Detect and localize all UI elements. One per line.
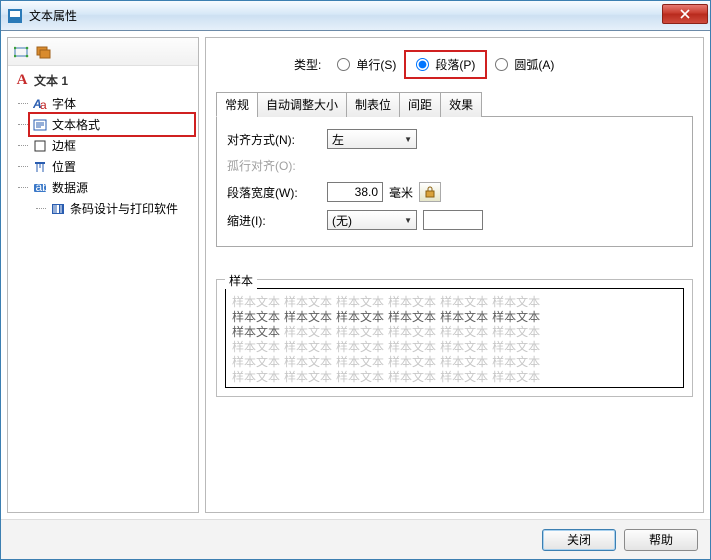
row-indent: 缩进(I): (无) ▼	[227, 210, 682, 230]
svg-text:a: a	[40, 98, 47, 111]
text-a-icon: A	[14, 72, 30, 89]
align-label: 对齐方式(N):	[227, 131, 327, 148]
datasource-icon: ab	[32, 180, 48, 196]
tree-item-datasource-child[interactable]: 条码设计与打印软件	[48, 198, 194, 219]
tab-effects[interactable]: 效果	[440, 92, 482, 117]
width-unit: 毫米	[389, 184, 413, 201]
footer: 关闭 帮助	[1, 519, 710, 559]
indent-input[interactable]	[423, 210, 483, 230]
app-icon	[7, 8, 23, 24]
tree-root[interactable]: A 文本 1	[12, 72, 194, 89]
text-format-icon	[32, 117, 48, 133]
right-panel: 类型: 单行(S) 段落(P) 圆弧(A) 常规 自动调整大小 制表位	[205, 37, 704, 513]
radio-single-line[interactable]: 单行(S)	[337, 56, 396, 73]
lock-button[interactable]	[419, 182, 441, 202]
tab-autosize[interactable]: 自动调整大小	[257, 92, 347, 117]
content-area: A 文本 1 Aa 字体 文本格式 边框	[1, 31, 710, 519]
indent-label: 缩进(I):	[227, 212, 327, 229]
tree-item-position[interactable]: 位置	[30, 156, 194, 177]
left-panel: A 文本 1 Aa 字体 文本格式 边框	[7, 37, 199, 513]
tab-bar: 常规 自动调整大小 制表位 间距 效果	[216, 91, 693, 117]
radio-arc[interactable]: 圆弧(A)	[495, 56, 554, 73]
lock-icon	[423, 185, 437, 199]
toolbar-btn-2[interactable]	[34, 42, 54, 62]
toolbar-btn-1[interactable]	[12, 42, 32, 62]
row-align: 对齐方式(N): 左 ▼	[227, 129, 682, 149]
radio-paragraph-input[interactable]	[416, 58, 429, 71]
border-icon	[32, 138, 48, 154]
chevron-down-icon: ▼	[404, 216, 412, 225]
font-icon: Aa	[32, 96, 48, 112]
sample-box: 样本文本样本文本样本文本样本文本样本文本样本文本 样本文本样本文本样本文本样本文…	[225, 288, 684, 388]
svg-text:ab: ab	[36, 181, 48, 194]
orphan-label: 孤行对齐(O):	[227, 157, 327, 174]
help-button[interactable]: 帮助	[624, 529, 698, 551]
close-button[interactable]	[662, 4, 708, 24]
row-width: 段落宽度(W): 毫米	[227, 182, 682, 202]
barcode-icon	[50, 201, 66, 217]
window-title: 文本属性	[29, 7, 662, 24]
row-orphan: 孤行对齐(O):	[227, 157, 682, 174]
tree-item-datasource[interactable]: ab 数据源	[30, 177, 194, 198]
width-label: 段落宽度(W):	[227, 184, 327, 201]
width-input[interactable]	[327, 182, 383, 202]
chevron-down-icon: ▼	[404, 135, 412, 144]
indent-combo[interactable]: (无) ▼	[327, 210, 417, 230]
tree-view: A 文本 1 Aa 字体 文本格式 边框	[8, 66, 198, 512]
sample-group: 样本 样本文本样本文本样本文本样本文本样本文本样本文本 样本文本样本文本样本文本…	[216, 279, 693, 397]
tab-general[interactable]: 常规	[216, 92, 258, 117]
type-label: 类型:	[294, 56, 321, 73]
tree-item-font[interactable]: Aa 字体	[30, 93, 194, 114]
align-combo[interactable]: 左 ▼	[327, 129, 417, 149]
dialog-window: 文本属性 A 文本 1 Aa	[0, 0, 711, 560]
tree-item-border[interactable]: 边框	[30, 135, 194, 156]
tab-body: 对齐方式(N): 左 ▼ 孤行对齐(O): 段落宽度(W): 毫米	[216, 117, 693, 247]
tree-item-text-format[interactable]: 文本格式	[30, 114, 194, 135]
sample-legend: 样本	[225, 272, 257, 289]
radio-arc-input[interactable]	[495, 58, 508, 71]
titlebar: 文本属性	[1, 1, 710, 31]
radio-paragraph[interactable]: 段落(P)	[406, 52, 485, 77]
type-row: 类型: 单行(S) 段落(P) 圆弧(A)	[294, 52, 693, 77]
close-dialog-button[interactable]: 关闭	[542, 529, 616, 551]
position-icon	[32, 159, 48, 175]
radio-single-line-input[interactable]	[337, 58, 350, 71]
tab-tabstops[interactable]: 制表位	[346, 92, 400, 117]
tab-spacing[interactable]: 间距	[399, 92, 441, 117]
left-toolbar	[8, 38, 198, 66]
